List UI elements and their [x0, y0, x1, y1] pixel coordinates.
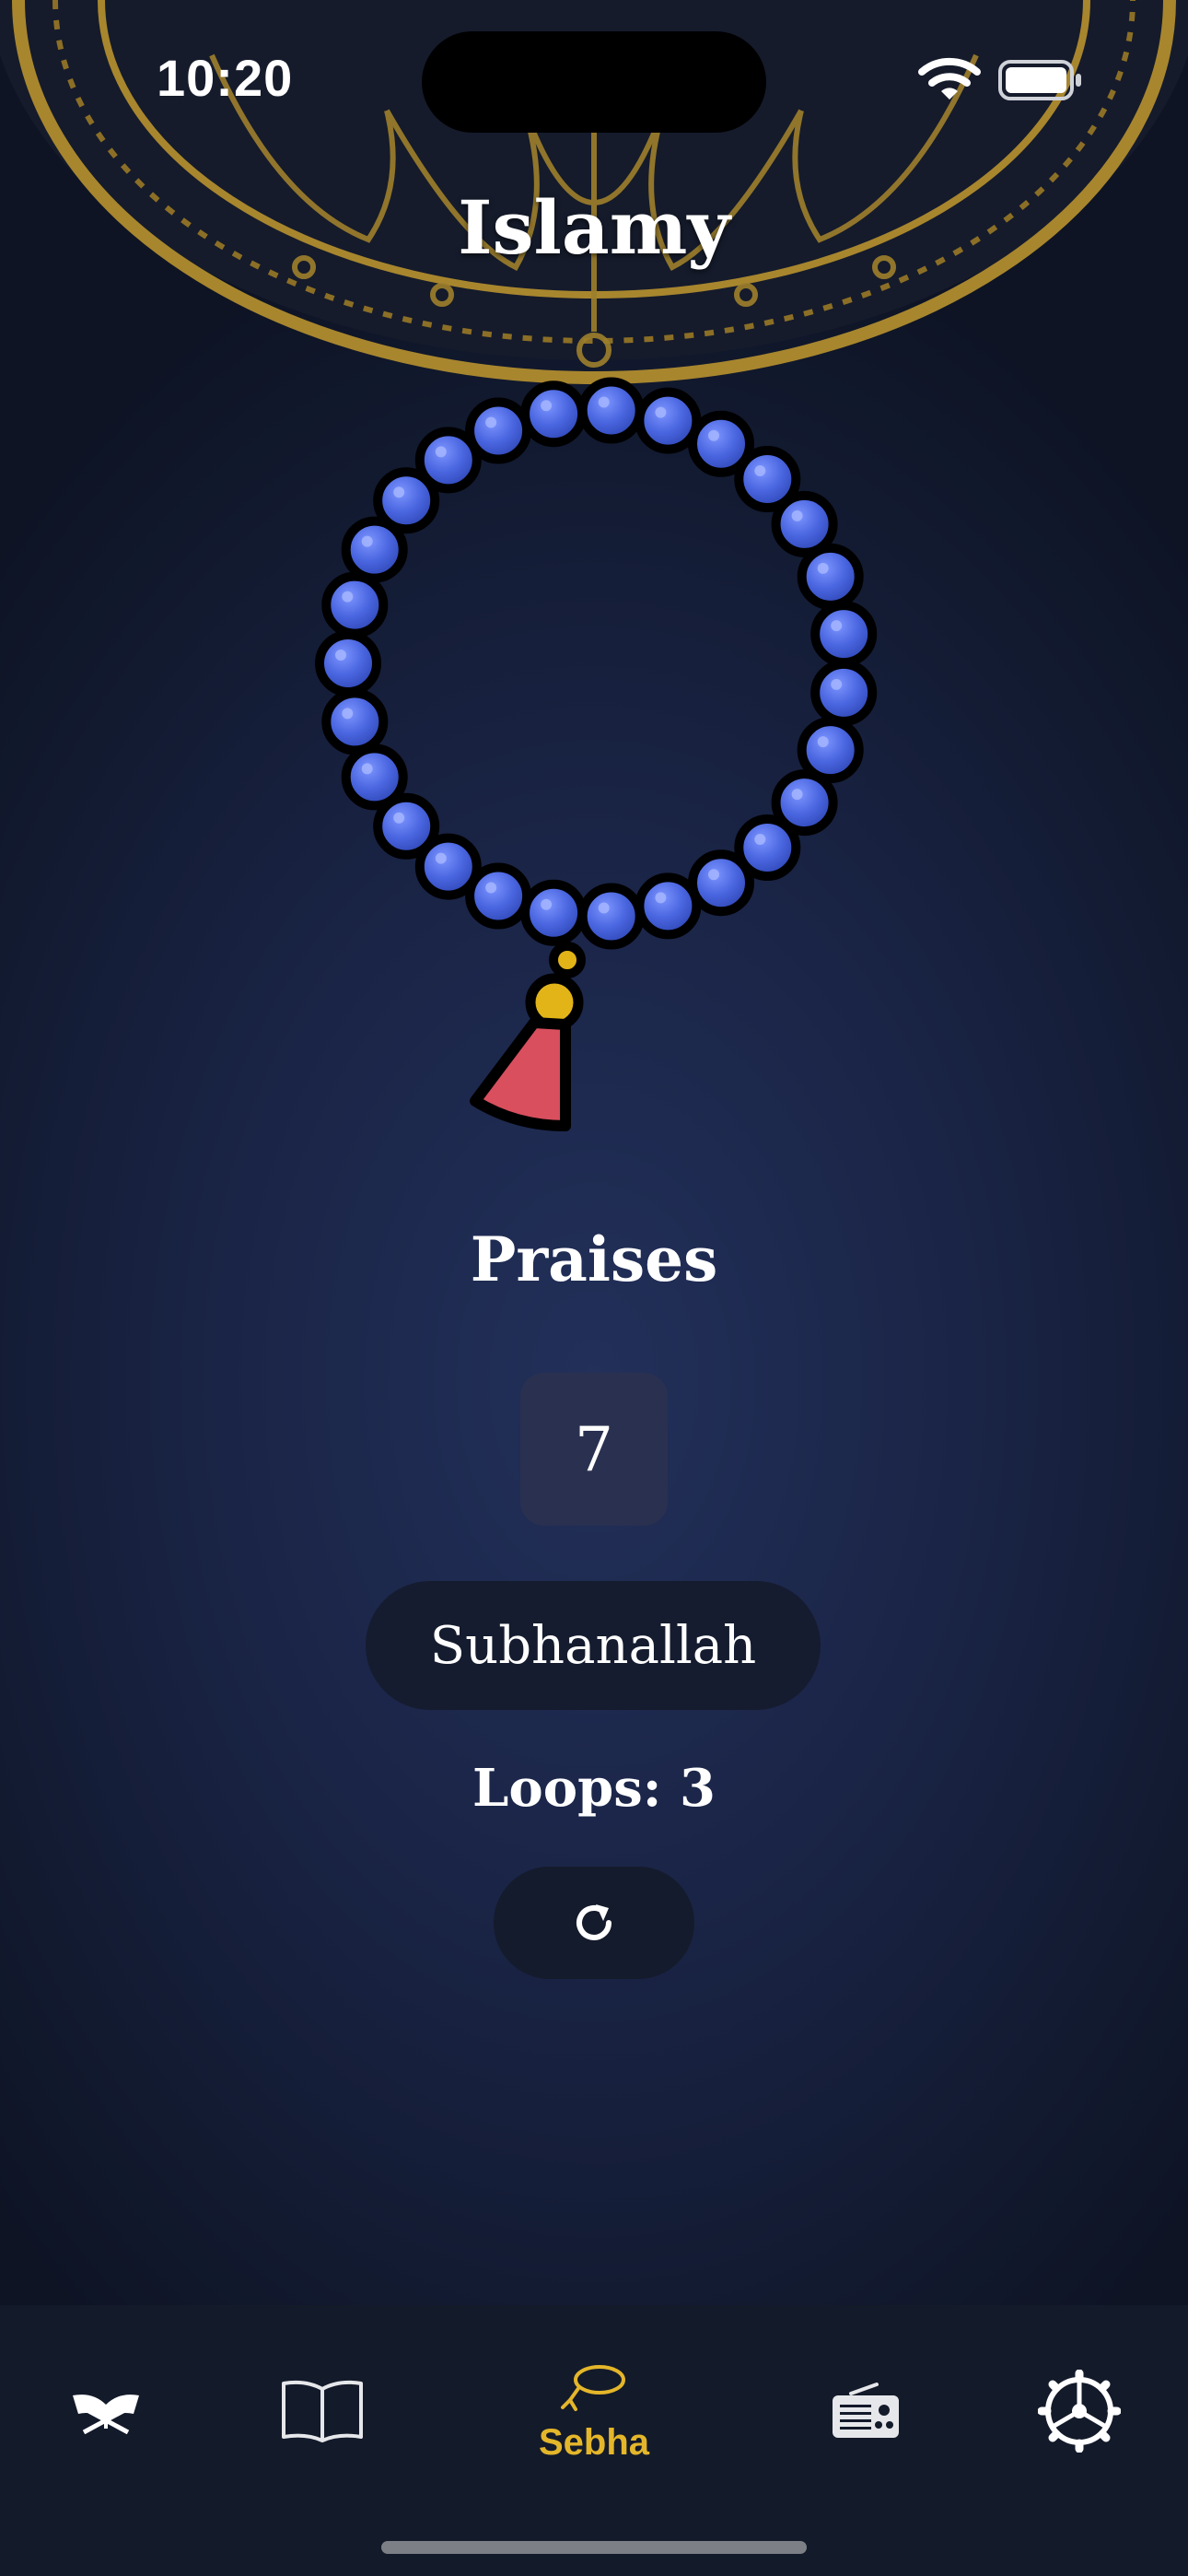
bead	[321, 571, 389, 638]
bead-highlight	[598, 902, 610, 914]
bead-highlight	[541, 400, 553, 412]
bead-highlight	[598, 396, 610, 408]
bead-highlight	[541, 898, 553, 910]
loops-counter: Loops: 3	[0, 1758, 1188, 1819]
sebha-beads[interactable]	[0, 369, 1188, 1161]
quran-icon	[73, 2395, 139, 2434]
praises-label: Praises	[470, 1224, 718, 1295]
bead	[520, 879, 588, 946]
bead-highlight	[754, 834, 766, 845]
bead-highlight	[393, 486, 405, 498]
bead-highlight	[393, 812, 405, 824]
bead	[797, 543, 864, 610]
tab-book[interactable]	[267, 2305, 378, 2517]
bead-highlight	[817, 562, 829, 574]
praise-counter: 7	[520, 1373, 668, 1526]
bead-highlight	[831, 620, 843, 632]
bead-highlight	[655, 406, 667, 418]
bead-highlight	[791, 509, 803, 521]
loops-label: Loops:	[472, 1758, 662, 1819]
tab-sebha-label: Sebha	[538, 2421, 650, 2463]
tab-quran[interactable]	[51, 2305, 161, 2517]
bead	[810, 601, 878, 668]
bead-highlight	[342, 591, 354, 603]
dhikr-button[interactable]: Subhanallah	[366, 1581, 821, 1710]
bead-highlight	[342, 708, 354, 720]
wifi-icon	[918, 57, 981, 100]
bead-highlight	[831, 678, 843, 690]
tab-settings[interactable]	[1024, 2305, 1135, 2517]
bead-highlight	[361, 535, 373, 547]
bead	[577, 377, 645, 444]
tassel	[470, 942, 586, 1131]
status-bar: 10:20	[0, 0, 1188, 157]
bead-highlight	[335, 650, 346, 661]
reset-button[interactable]	[494, 1867, 694, 1979]
status-time: 10:20	[157, 49, 294, 107]
bead	[341, 744, 408, 811]
bead-highlight	[435, 446, 447, 458]
bead-highlight	[708, 869, 719, 881]
bead	[577, 883, 645, 950]
bead-highlight	[754, 465, 766, 476]
bead-highlight	[817, 736, 829, 748]
bead-highlight	[655, 892, 667, 904]
home-indicator	[381, 2541, 807, 2554]
bead-highlight	[791, 789, 803, 801]
bead	[321, 688, 389, 755]
bead-highlight	[361, 763, 373, 775]
bead	[520, 381, 588, 448]
bead-highlight	[708, 429, 719, 441]
bead-highlight	[485, 416, 497, 428]
tab-sebha[interactable]: Sebha	[479, 2305, 709, 2517]
bead	[688, 849, 754, 917]
tab-bar: Sebha	[0, 2305, 1188, 2576]
book-icon	[282, 2380, 363, 2442]
bead	[810, 659, 878, 726]
app-title: Islamy	[458, 184, 730, 271]
bead	[635, 387, 702, 454]
bead	[465, 397, 532, 464]
tab-radio[interactable]	[810, 2305, 921, 2517]
refresh-icon	[577, 1904, 611, 1940]
bead	[635, 872, 702, 940]
settings-icon	[1038, 2370, 1121, 2453]
sebha-icon	[561, 2364, 625, 2411]
bead-highlight	[485, 882, 497, 894]
bead-highlight	[435, 852, 447, 864]
bead	[315, 630, 381, 697]
battery-icon	[998, 60, 1081, 100]
loops-value: 3	[679, 1758, 716, 1819]
radio-icon	[833, 2383, 899, 2438]
dynamic-island	[422, 31, 766, 133]
